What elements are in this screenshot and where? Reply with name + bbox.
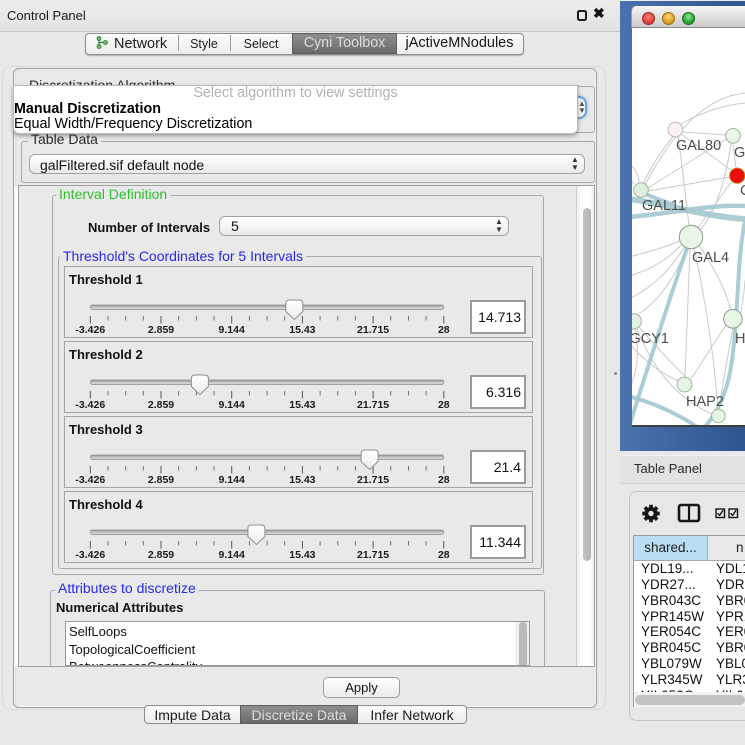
svg-text:28: 28	[438, 399, 450, 411]
svg-text:GAL4: GAL4	[692, 250, 729, 266]
svg-text:CY: CY	[740, 183, 745, 199]
svg-text:9.144: 9.144	[219, 324, 245, 336]
svg-text:9.144: 9.144	[219, 399, 245, 411]
svg-text:2.859: 2.859	[148, 474, 174, 486]
svg-text:GAL80: GAL80	[676, 138, 721, 154]
svg-text:21.715: 21.715	[357, 399, 389, 411]
svg-text:15.43: 15.43	[289, 549, 315, 561]
svg-text:2.859: 2.859	[148, 324, 174, 336]
svg-text:28: 28	[438, 474, 450, 486]
svg-text:GCY1: GCY1	[632, 331, 669, 347]
svg-text:21.715: 21.715	[357, 474, 389, 486]
svg-text:HAP2: HAP2	[686, 394, 724, 410]
svg-text:-3.426: -3.426	[75, 399, 105, 411]
svg-text:15.43: 15.43	[289, 399, 315, 411]
svg-text:28: 28	[438, 549, 450, 561]
svg-text:-3.426: -3.426	[75, 549, 105, 561]
svg-text:15.43: 15.43	[289, 474, 315, 486]
svg-text:GA: GA	[734, 145, 745, 161]
svg-text:2.859: 2.859	[148, 399, 174, 411]
svg-text:21.715: 21.715	[357, 324, 389, 336]
svg-text:H: H	[735, 331, 745, 347]
svg-text:9.144: 9.144	[219, 549, 245, 561]
svg-text:-3.426: -3.426	[75, 474, 105, 486]
svg-text:15.43: 15.43	[289, 324, 315, 336]
svg-text:9.144: 9.144	[219, 474, 245, 486]
svg-text:-3.426: -3.426	[75, 324, 105, 336]
svg-text:GAL11: GAL11	[642, 198, 686, 214]
svg-text:21.715: 21.715	[357, 549, 389, 561]
svg-text:28: 28	[438, 324, 450, 336]
svg-text:2.859: 2.859	[148, 549, 174, 561]
